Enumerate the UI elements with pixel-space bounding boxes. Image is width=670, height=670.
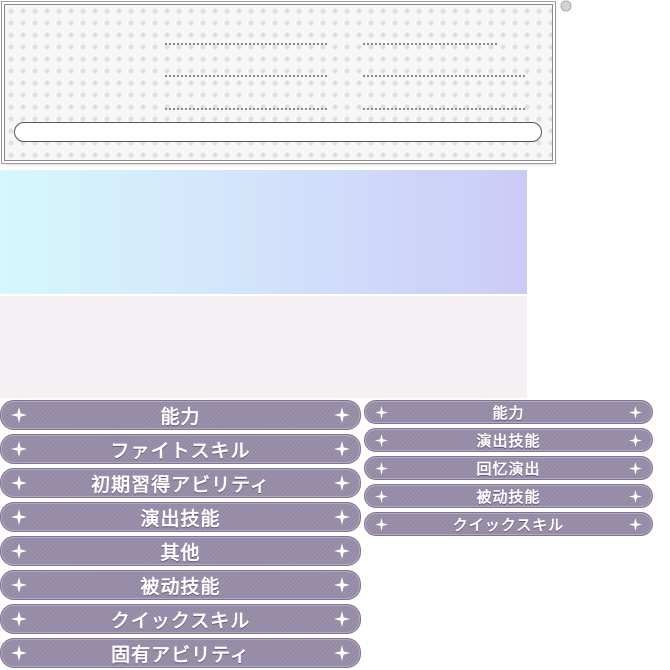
sparkle-icon <box>334 577 350 593</box>
sparkle-icon <box>11 475 27 491</box>
submenu-button-label: 被动技能 <box>476 487 541 506</box>
submenu-button-quick-skill[interactable]: クイックスキル <box>364 512 653 536</box>
sparkle-icon <box>375 517 388 531</box>
menu-button-ability[interactable]: 能力 <box>0 400 361 430</box>
sparkle-icon <box>375 489 388 503</box>
sparkle-icon <box>375 433 388 447</box>
menu-button-label: 固有アビリティ <box>111 643 250 666</box>
sparkle-icon <box>375 405 388 419</box>
profile-card <box>4 4 553 161</box>
sparkle-icon <box>11 577 27 593</box>
menu-button-label: 演出技能 <box>140 507 221 530</box>
menu-button-label: 能力 <box>160 405 201 428</box>
submenu-button-ability[interactable]: 能力 <box>364 400 653 424</box>
menu-button-quick-skill[interactable]: クイックスキル <box>0 604 361 634</box>
submenu-button-passive-skill[interactable]: 被动技能 <box>364 484 653 508</box>
menu-button-label: クイックスキル <box>110 609 251 632</box>
sparkle-icon <box>11 543 27 559</box>
sparkle-icon <box>334 475 350 491</box>
sparkle-icon <box>629 517 642 531</box>
submenu-button-memory-performance[interactable]: 回忆演出 <box>364 456 653 480</box>
info-field-line-4[interactable] <box>165 108 327 110</box>
sparkle-icon <box>334 407 350 423</box>
name-field-line[interactable] <box>165 43 327 45</box>
info-field-line-2[interactable] <box>165 75 327 77</box>
menu-button-label: ファイトスキル <box>110 439 251 462</box>
menu-button-initial-ability[interactable]: 初期習得アビリティ <box>0 468 361 498</box>
submenu-button-performance-skill[interactable]: 演出技能 <box>364 428 653 452</box>
sparkle-icon <box>334 611 350 627</box>
sparkle-icon <box>334 645 350 661</box>
sparkle-icon <box>334 509 350 525</box>
corner-dot-icon <box>560 0 572 12</box>
info-field-line-1[interactable] <box>363 43 497 45</box>
submenu-button-label: 回忆演出 <box>476 459 541 478</box>
sparkle-icon <box>11 407 27 423</box>
sparkle-icon <box>334 441 350 457</box>
sparkle-icon <box>334 543 350 559</box>
sparkle-icon <box>11 611 27 627</box>
sparkle-icon <box>629 461 642 475</box>
info-field-line-5[interactable] <box>363 108 525 110</box>
sparkle-icon <box>629 405 642 419</box>
menu-button-unique-ability[interactable]: 固有アビリティ <box>0 638 361 668</box>
sparkle-icon <box>629 489 642 503</box>
sparkle-icon <box>629 433 642 447</box>
sparkle-icon <box>11 509 27 525</box>
menu-button-label: 其他 <box>160 541 201 564</box>
menu-button-passive-skill[interactable]: 被动技能 <box>0 570 361 600</box>
menu-button-performance-skill[interactable]: 演出技能 <box>0 502 361 532</box>
menu-button-other[interactable]: 其他 <box>0 536 361 566</box>
sparkle-icon <box>375 461 388 475</box>
submenu-button-label: 演出技能 <box>476 431 541 450</box>
submenu-button-label: 能力 <box>492 403 525 422</box>
info-panel <box>0 296 527 398</box>
info-field-line-3[interactable] <box>363 75 525 77</box>
sparkle-icon <box>11 645 27 661</box>
gradient-panel <box>0 170 527 294</box>
description-bar[interactable] <box>14 122 542 142</box>
menu-button-label: 初期習得アビリティ <box>91 473 270 496</box>
menu-button-fight-skill[interactable]: ファイトスキル <box>0 434 361 464</box>
menu-button-label: 被动技能 <box>140 575 221 598</box>
submenu-button-label: クイックスキル <box>452 515 565 534</box>
sparkle-icon <box>11 441 27 457</box>
